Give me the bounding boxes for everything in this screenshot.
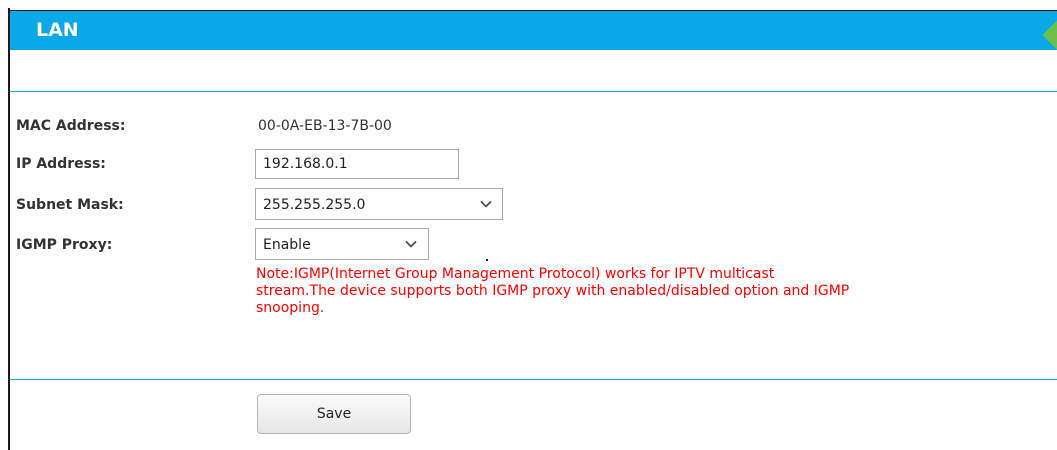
- page-title: LAN: [36, 19, 79, 41]
- corner-badge: [1042, 19, 1057, 51]
- chevron-down-icon: [405, 240, 417, 248]
- igmp-proxy-select[interactable]: Enable: [255, 228, 429, 260]
- igmp-note-line: stream.The device supports both IGMP pro…: [256, 283, 850, 299]
- bottom-divider: [10, 379, 1057, 380]
- igmp-note-line: Note:IGMP(Internet Group Management Prot…: [256, 266, 775, 282]
- igmp-proxy-selected-value: Enable: [263, 237, 311, 253]
- stray-dot: [486, 259, 488, 261]
- mac-address-label: MAC Address:: [16, 118, 126, 134]
- ip-address-label: IP Address:: [16, 156, 106, 172]
- ip-address-input[interactable]: [255, 149, 459, 179]
- lan-settings-page: LAN MAC Address: 00-0A-EB-13-7B-00 IP Ad…: [0, 0, 1057, 450]
- igmp-note-line: snooping.: [256, 300, 325, 316]
- igmp-note: Note:IGMP(Internet Group Management Prot…: [256, 266, 1046, 317]
- section-header: LAN: [10, 10, 1057, 51]
- mac-address-value: 00-0A-EB-13-7B-00: [258, 118, 392, 134]
- chevron-down-icon: [480, 200, 492, 208]
- igmp-proxy-label: IGMP Proxy:: [16, 237, 113, 253]
- subnet-mask-label: Subnet Mask:: [16, 197, 124, 213]
- frame-border: [8, 8, 10, 450]
- save-button[interactable]: Save: [257, 394, 411, 434]
- subnet-mask-select[interactable]: 255.255.255.0: [255, 188, 503, 220]
- top-divider: [10, 91, 1057, 92]
- subnet-mask-selected-value: 255.255.255.0: [263, 197, 366, 213]
